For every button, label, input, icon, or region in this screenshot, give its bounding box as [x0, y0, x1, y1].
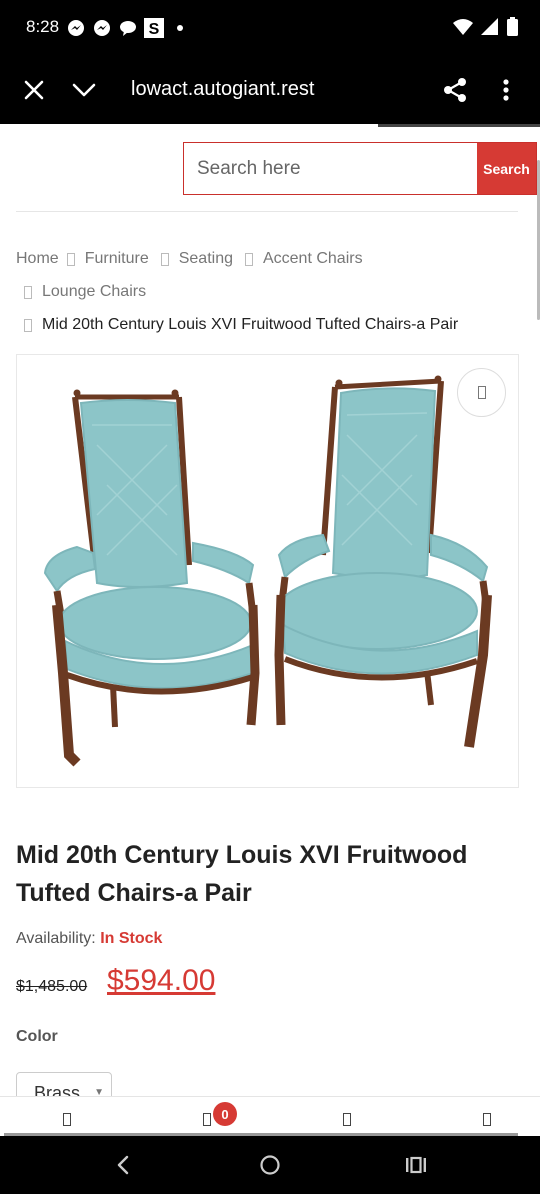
breadcrumb-home[interactable]: Home: [16, 250, 59, 268]
product-image[interactable]: [16, 354, 519, 788]
breadcrumb-separator-icon: [244, 252, 253, 266]
recent-apps-icon[interactable]: [404, 1153, 428, 1177]
cart-count-badge: 0: [213, 1102, 237, 1126]
chat-bubble-icon: [118, 18, 138, 38]
color-label: Color: [16, 1028, 58, 1045]
s-app-icon: S: [144, 18, 164, 38]
notification-icons: S: [66, 18, 190, 38]
home-circle-icon[interactable]: [259, 1153, 281, 1177]
dot-icon: [170, 18, 190, 38]
heart-icon: [477, 386, 486, 399]
right-chair: [274, 375, 492, 748]
breadcrumb-separator-icon: [24, 318, 32, 332]
bottom-navigation: [0, 1096, 540, 1136]
breadcrumb-separator-icon: [24, 285, 32, 299]
search-input[interactable]: [184, 143, 477, 194]
status-time: 8:28: [26, 17, 60, 36]
availability-label: Availability:: [16, 930, 96, 947]
system-icons: [453, 17, 518, 41]
home-icon[interactable]: [59, 1110, 75, 1128]
signal-icon: [481, 17, 499, 41]
product-title: Mid 20th Century Louis XVI Fruitwood Tuf…: [16, 841, 468, 907]
breadcrumb-separator-icon: [66, 252, 75, 266]
breadcrumb-accent-chairs[interactable]: Accent Chairs: [263, 250, 363, 268]
chevron-down-icon[interactable]: [70, 76, 98, 104]
wishlist-button[interactable]: [457, 368, 506, 417]
back-icon[interactable]: [112, 1153, 134, 1177]
breadcrumb-seating[interactable]: Seating: [179, 250, 233, 268]
breadcrumb: Home Furniture Seating Accent Chairs Lou…: [16, 248, 526, 347]
status-bar: 8:28 S: [0, 0, 540, 56]
stock-status: In Stock: [100, 930, 163, 947]
account-icon[interactable]: [339, 1110, 355, 1128]
breadcrumb-furniture[interactable]: Furniture: [85, 250, 149, 268]
header-divider: [16, 211, 518, 212]
page-load-indicator: [378, 124, 540, 127]
search-button[interactable]: Search: [477, 143, 536, 194]
original-price: $1,485.00: [16, 978, 88, 995]
availability: Availability: In Stock: [16, 930, 162, 948]
breadcrumb-separator-icon: [160, 252, 169, 266]
s-app-letter: S: [149, 21, 160, 38]
breadcrumb-current: Mid 20th Century Louis XVI Fruitwood Tuf…: [42, 316, 459, 333]
chairs-illustration: [43, 375, 492, 767]
left-chair: [43, 389, 260, 767]
sale-price: $594.00: [107, 964, 216, 997]
system-navigation-bar: [0, 1136, 540, 1194]
address-bar-url[interactable]: lowact.autogiant.rest: [131, 78, 314, 101]
messenger-icon: [66, 18, 86, 38]
messenger-icon: [92, 18, 112, 38]
close-icon[interactable]: [20, 76, 48, 104]
breadcrumb-lounge-chairs[interactable]: Lounge Chairs: [42, 283, 146, 301]
share-icon[interactable]: [442, 76, 470, 104]
menu-icon[interactable]: [479, 1110, 495, 1128]
search-form: Search: [183, 142, 537, 195]
battery-icon: [507, 17, 518, 41]
wifi-icon: [453, 18, 473, 41]
more-options-icon[interactable]: [494, 76, 518, 104]
browser-toolbar: lowact.autogiant.rest: [0, 56, 540, 124]
